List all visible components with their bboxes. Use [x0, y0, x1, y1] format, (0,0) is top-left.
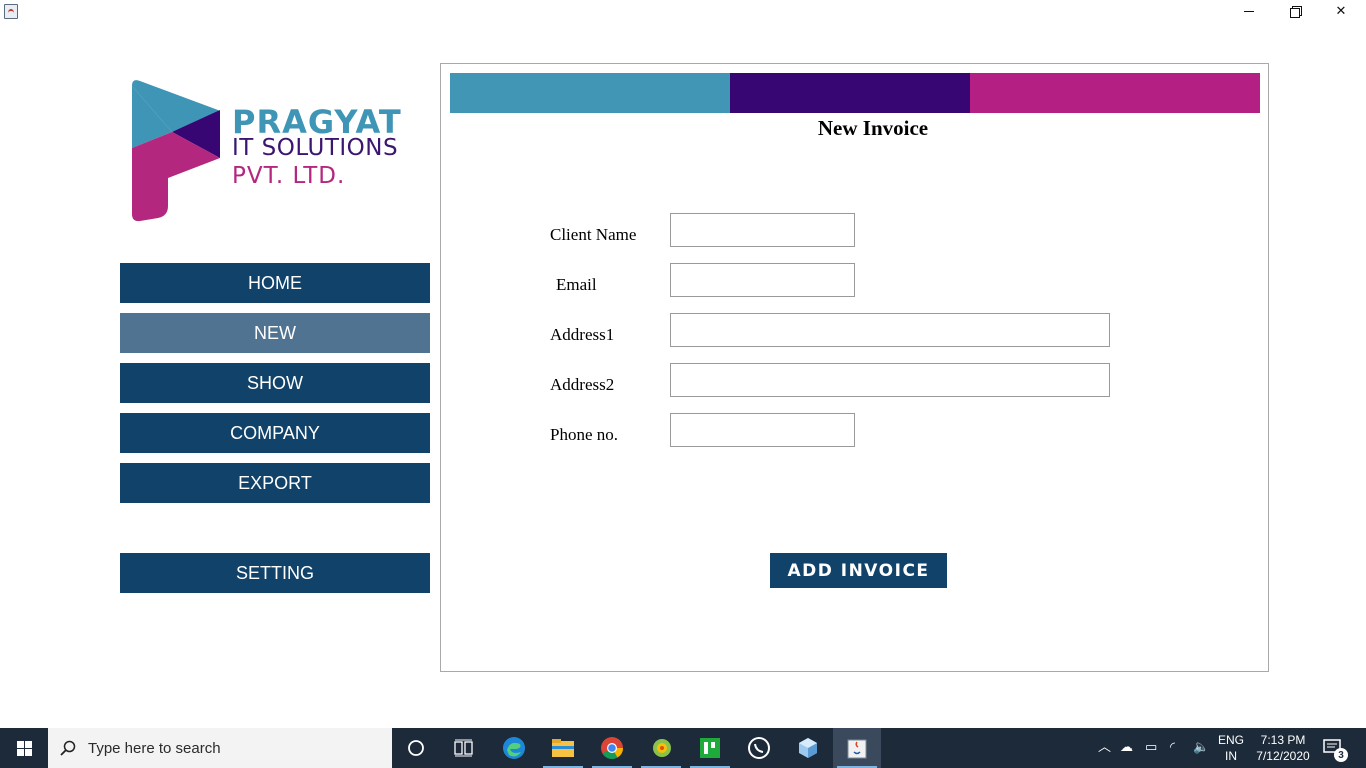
logo-text-pvt-ltd: PVT. LTD.	[232, 163, 346, 189]
nav-home-button[interactable]: HOME	[120, 263, 430, 303]
nav-export-button[interactable]: EXPORT	[120, 463, 430, 503]
nav-setting-button[interactable]: SETTING	[120, 553, 430, 593]
accent-bar-magenta	[970, 73, 1260, 113]
language-indicator[interactable]: ENG IN	[1216, 732, 1246, 764]
email-input[interactable]	[670, 263, 855, 297]
address2-label: Address2	[550, 375, 615, 394]
volume-icon[interactable]: 🔈	[1193, 740, 1209, 756]
close-button[interactable]: ✕	[1318, 0, 1364, 22]
file-explorer-taskbar-button[interactable]	[539, 728, 587, 768]
search-icon	[48, 728, 88, 768]
app-taskbar-button-1[interactable]	[637, 728, 685, 768]
edge-taskbar-button[interactable]	[490, 728, 538, 768]
wifi-icon[interactable]: ◜	[1170, 740, 1175, 756]
close-icon: ✕	[1335, 3, 1347, 19]
taskbar-search-box[interactable]: Type here to search	[48, 728, 392, 768]
clock[interactable]: 7:13 PM 7/12/2020	[1252, 732, 1314, 764]
edge-icon	[503, 737, 525, 759]
chrome-taskbar-button[interactable]	[588, 728, 636, 768]
battery-icon[interactable]: ▭	[1145, 740, 1157, 756]
client-name-input[interactable]	[670, 213, 855, 247]
email-label: Email	[556, 275, 597, 294]
restore-button[interactable]	[1272, 0, 1318, 22]
show-hidden-icons-chevron-icon[interactable]: ︿	[1098, 740, 1111, 756]
phone-label: Phone no.	[550, 425, 618, 444]
java-app-icon	[4, 4, 18, 19]
nav-new-button[interactable]: NEW	[120, 313, 430, 353]
taskbar: Type here to search ︿ ☁ ▭ ◜ 🔈 ENG IN 7:1…	[0, 728, 1366, 768]
new-invoice-panel: New Invoice Client Name Email Address1 A…	[440, 63, 1269, 672]
page-title: New Invoice	[817, 116, 929, 140]
java-icon	[847, 739, 867, 759]
nav-company-button[interactable]: COMPANY	[120, 413, 430, 453]
client-name-label: Client Name	[550, 225, 637, 244]
company-logo: PRAGYAT IT SOLUTIONS PVT. LTD.	[128, 78, 428, 224]
app-taskbar-button-3[interactable]	[784, 728, 832, 768]
whatsapp-icon	[748, 737, 770, 759]
window-titlebar: ✕	[0, 0, 1366, 24]
minimize-icon	[1244, 10, 1254, 12]
minimize-button[interactable]	[1226, 0, 1272, 22]
phone-input[interactable]	[670, 413, 855, 447]
clock-time: 7:13 PM	[1260, 733, 1306, 747]
accent-bar-purple	[730, 73, 970, 113]
java-taskbar-button[interactable]	[833, 728, 881, 768]
address1-label: Address1	[550, 325, 615, 344]
onedrive-icon[interactable]: ☁	[1120, 740, 1133, 756]
logo-text-pragyat: PRAGYAT	[232, 103, 402, 141]
chrome-icon	[601, 737, 623, 759]
task-view-button[interactable]	[440, 728, 488, 768]
address2-input[interactable]	[670, 363, 1110, 397]
notification-count-badge: 3	[1334, 748, 1348, 762]
windows-icon	[16, 740, 32, 756]
chameleon-app-icon	[653, 739, 671, 757]
clock-date: 7/12/2020	[1256, 749, 1310, 763]
nav-show-button[interactable]: SHOW	[120, 363, 430, 403]
green-app-icon	[700, 738, 720, 758]
restore-icon	[1290, 6, 1302, 18]
task-view-icon	[454, 739, 473, 757]
file-explorer-icon	[552, 739, 574, 757]
whatsapp-taskbar-button[interactable]	[735, 728, 783, 768]
add-invoice-button[interactable]: ADD INVOICE	[770, 553, 947, 588]
start-button[interactable]	[0, 728, 48, 768]
cortana-icon	[408, 740, 424, 756]
logo-text-it-solutions: IT SOLUTIONS	[232, 135, 399, 161]
search-placeholder: Type here to search	[88, 739, 221, 757]
cortana-button[interactable]	[392, 728, 440, 768]
cube-app-icon	[799, 738, 817, 758]
address1-input[interactable]	[670, 313, 1110, 347]
logo-mark-icon	[132, 80, 220, 222]
accent-bar-blue	[450, 73, 730, 113]
app-taskbar-button-2[interactable]	[686, 728, 734, 768]
